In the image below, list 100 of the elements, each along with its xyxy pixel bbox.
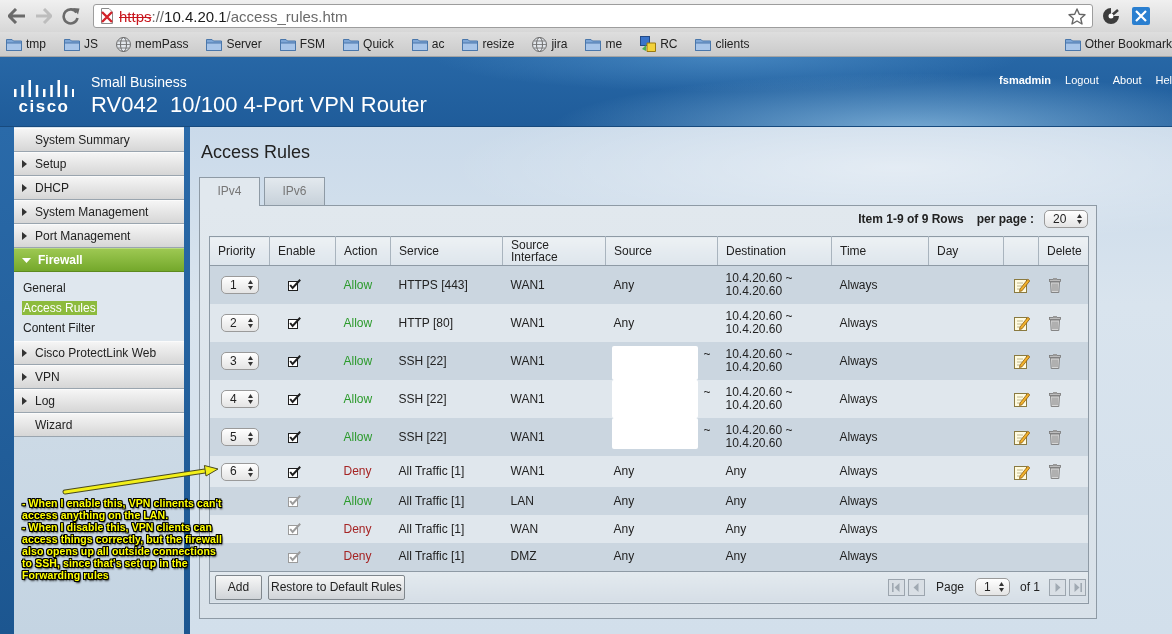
nav-item[interactable]: DHCP — [14, 176, 184, 200]
page-title: Access Rules — [201, 141, 311, 164]
bookmark[interactable]: Quick — [339, 34, 398, 54]
table-cell: Deny — [343, 549, 372, 564]
page-select[interactable]: 1 — [975, 578, 1010, 596]
nav-item[interactable]: System Management — [14, 200, 184, 224]
table-cell: WAN1 — [510, 391, 545, 406]
table-cell: All Traffic [1] — [398, 521, 465, 536]
bookmark[interactable]: Server — [202, 34, 266, 54]
table-cell: SSH [22] — [398, 391, 447, 406]
priority-select[interactable]: 6 — [221, 462, 259, 481]
priority-select[interactable]: 5 — [221, 428, 259, 446]
folder-icon — [64, 37, 80, 51]
priority-select[interactable]: 1 — [221, 276, 259, 294]
add-button[interactable]: Add — [215, 574, 262, 600]
bookmark[interactable]: ac — [407, 34, 449, 54]
edit-icon[interactable] — [1013, 277, 1030, 293]
nav-item[interactable]: Cisco ProtectLink Web — [14, 341, 184, 365]
checkbox[interactable] — [287, 431, 301, 443]
tab[interactable]: IPv4 — [199, 177, 260, 206]
caret-right-icon — [22, 184, 27, 192]
column-header: Service — [390, 236, 503, 266]
table-cell: WAN1 — [510, 277, 545, 292]
checkbox[interactable] — [287, 465, 301, 478]
table-cell: Any — [613, 464, 635, 478]
bookmark[interactable]: me — [581, 34, 627, 54]
nav-item[interactable]: System Summary — [14, 128, 184, 152]
reload-icon[interactable] — [62, 7, 80, 25]
nav-subitem[interactable]: General — [22, 281, 67, 295]
header-link[interactable]: Hel — [1155, 74, 1172, 87]
edit-icon[interactable] — [1013, 315, 1030, 331]
table-cell: Allow — [343, 429, 373, 444]
table-cell: WAN1 — [510, 429, 545, 444]
header-link[interactable]: Logout — [1065, 74, 1099, 87]
table-cell: Deny — [343, 521, 372, 536]
restore-defaults-button[interactable]: Restore to Default Rules — [268, 574, 405, 600]
stepper-arrows-icon — [248, 318, 253, 328]
folder-icon — [411, 37, 428, 51]
table-cell: Allow — [343, 353, 373, 368]
trash-icon[interactable] — [1048, 353, 1061, 369]
table-cell: 10.4.20.60 ~ 10.4.20.60 — [725, 347, 793, 374]
bookmark[interactable]: JS — [60, 34, 103, 54]
trash-icon[interactable] — [1048, 464, 1061, 479]
nav-item[interactable]: Log — [14, 389, 184, 413]
folder-icon — [695, 37, 712, 51]
priority-select[interactable]: 3 — [221, 352, 259, 370]
back-arrow-icon[interactable] — [8, 8, 26, 24]
tile-icon — [640, 36, 657, 52]
trash-icon[interactable] — [1048, 277, 1061, 293]
header-link[interactable]: About — [1112, 74, 1142, 87]
cross-tile-icon[interactable] — [1132, 7, 1150, 25]
table-cell: Always — [839, 315, 878, 330]
edit-icon[interactable] — [1013, 463, 1030, 480]
table-cell: Always — [839, 429, 878, 444]
nav-subitem[interactable]: Content Filter — [22, 321, 97, 335]
column-header: Destination — [717, 236, 832, 266]
stepper-arrows-icon — [999, 582, 1004, 592]
table-cell: All Traffic [1] — [398, 493, 465, 508]
table-cell: Always — [839, 464, 878, 478]
nav-item[interactable]: VPN — [14, 365, 184, 389]
nav-item[interactable]: Wizard — [14, 413, 184, 437]
checkbox[interactable] — [287, 355, 301, 367]
bookmark[interactable]: jira — [528, 34, 572, 54]
checkbox[interactable] — [287, 317, 301, 329]
logo-bars-icon — [14, 80, 74, 97]
per-page-label: per page : — [976, 212, 1034, 226]
trash-icon[interactable] — [1048, 391, 1061, 407]
stepper-arrows-icon — [248, 356, 253, 366]
gauge-icon[interactable] — [1102, 7, 1120, 25]
table-cell: All Traffic [1] — [398, 464, 465, 478]
bookmark-folder[interactable]: Other Bookmark — [1060, 34, 1172, 54]
nav-item[interactable]: Port Management — [14, 224, 184, 248]
edit-icon[interactable] — [1013, 353, 1030, 369]
table-cell: WAN1 — [510, 315, 545, 330]
edit-icon[interactable] — [1013, 391, 1030, 407]
per-page-select[interactable]: 20 — [1044, 210, 1088, 228]
edit-icon[interactable] — [1013, 429, 1030, 445]
bookmark[interactable]: resize — [458, 34, 519, 54]
checkbox[interactable] — [287, 279, 301, 291]
bookmark[interactable]: RC — [636, 34, 682, 54]
bookmark[interactable]: clients — [691, 34, 754, 54]
table-cell: 10.4.20.60 ~ 10.4.20.60 — [725, 385, 793, 412]
table-cell: Any — [613, 315, 635, 330]
trash-icon[interactable] — [1048, 429, 1061, 445]
folder-icon — [279, 37, 296, 51]
nav-item[interactable]: Setup — [14, 152, 184, 176]
bookmark[interactable]: FSM — [275, 34, 330, 54]
trash-icon[interactable] — [1048, 315, 1061, 331]
table-cell: Always — [839, 493, 878, 508]
table-cell: Allow — [343, 277, 373, 292]
bookmark[interactable]: memPass — [112, 34, 193, 54]
bookmark[interactable]: tmp — [2, 34, 50, 54]
star-icon[interactable] — [1068, 7, 1086, 25]
checkbox[interactable] — [287, 393, 301, 405]
user-name: fsmadmin — [999, 74, 1052, 87]
address-field[interactable]: https://10.4.20.1/access_rules.htm — [93, 4, 1093, 28]
caret-right-icon — [22, 397, 27, 405]
priority-select[interactable]: 4 — [221, 390, 259, 408]
priority-select[interactable]: 2 — [221, 314, 259, 332]
table-cell: ~ — [703, 385, 711, 399]
